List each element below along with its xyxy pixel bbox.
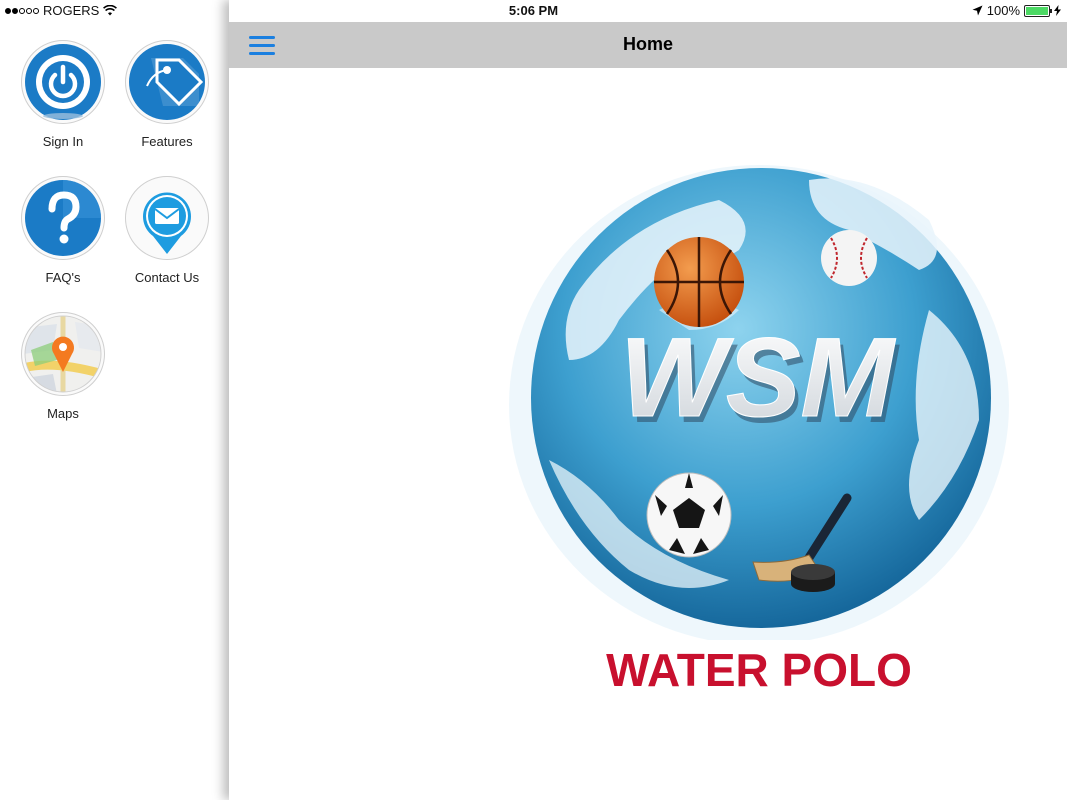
battery-percent: 100% — [986, 3, 1020, 18]
sidebar-item-faqs[interactable]: FAQ's — [18, 176, 108, 302]
globe-logo-image: WSM WSM — [509, 165, 1009, 645]
power-icon — [21, 40, 105, 124]
battery-icon — [1024, 4, 1052, 17]
question-icon — [21, 176, 105, 260]
location-arrow-icon — [972, 5, 983, 16]
logo-text: WSM — [620, 315, 896, 440]
sidebar-item-label: Contact Us — [134, 270, 200, 285]
sidebar-menu: Sign In Features FAQ's Contact Us Maps — [0, 0, 229, 800]
sidebar-item-label: FAQ's — [45, 270, 81, 285]
sidebar-item-label: Sign In — [42, 134, 84, 149]
sidebar-item-contact-us[interactable]: Contact Us — [122, 176, 212, 302]
logo-caption: WATER POLO — [606, 644, 912, 696]
envelope-pin-icon — [125, 176, 209, 260]
main-panel: Home WSM WSM WATER POLO — [229, 0, 1067, 800]
status-time: 5:06 PM — [508, 3, 559, 18]
sidebar-item-label: Features — [141, 134, 193, 149]
charging-bolt-icon — [1054, 5, 1061, 16]
tag-icon — [125, 40, 209, 124]
wsm-logo: WSM WSM WATER POLO — [509, 160, 1009, 700]
sidebar-item-features[interactable]: Features — [122, 40, 212, 166]
menu-grid: Sign In Features FAQ's Contact Us Maps — [18, 40, 212, 438]
page-title: Home — [622, 34, 673, 54]
map-pin-icon — [21, 312, 105, 396]
sidebar-item-sign-in[interactable]: Sign In — [18, 40, 108, 166]
navigation-bar: Home — [229, 22, 1067, 68]
sidebar-item-label: Maps — [47, 406, 79, 421]
status-right: 100% — [972, 3, 1061, 18]
status-bar: ROGERS 5:06 PM 100% — [0, 0, 1067, 22]
sidebar-item-maps[interactable]: Maps — [18, 312, 108, 438]
